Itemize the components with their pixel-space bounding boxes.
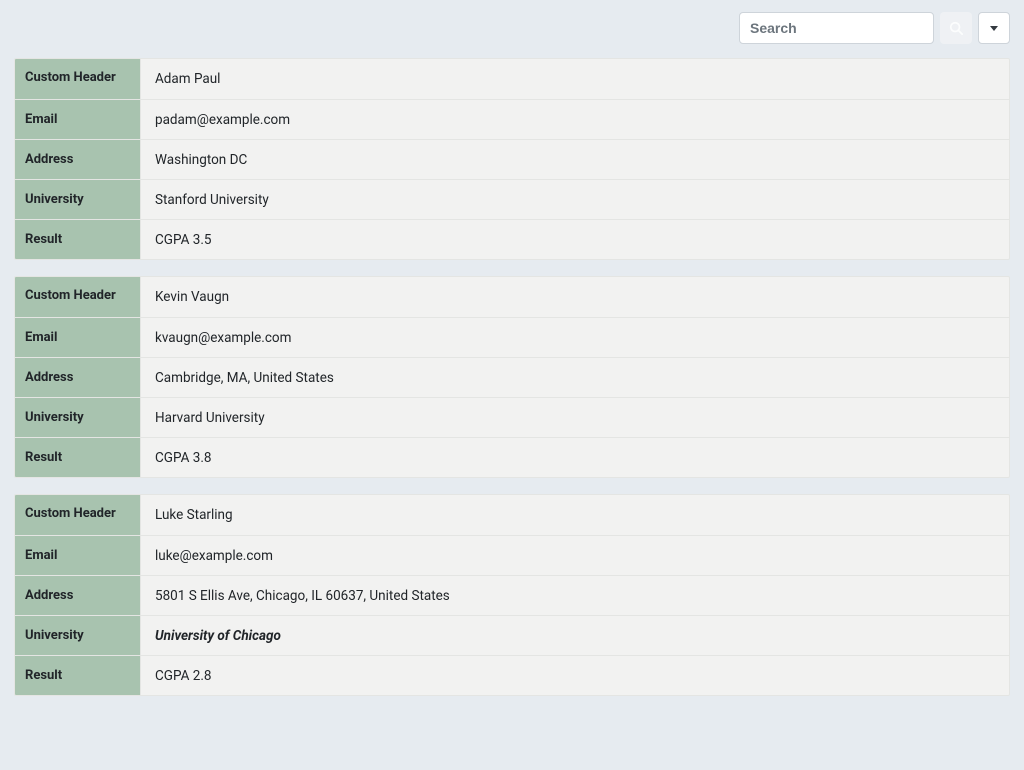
row-value-text: Kevin Vaugn [155,289,229,305]
row-value-email: padam@example.com [141,100,1009,139]
record-row: Custom Header Adam Paul [15,59,1009,99]
record-row: Address Washington DC [15,139,1009,179]
row-header-email: Email [15,318,141,357]
row-header-email: Email [15,100,141,139]
row-header-university: University [15,180,141,219]
record-row: Result CGPA 2.8 [15,655,1009,695]
row-header-university: University [15,616,141,655]
search-input[interactable] [739,12,934,44]
search-icon [949,21,963,35]
row-value-email: kvaugn@example.com [141,318,1009,357]
row-header-university: University [15,398,141,437]
record-row: Email padam@example.com [15,99,1009,139]
row-header-custom-header: Custom Header [15,59,141,99]
row-value-result: CGPA 3.5 [141,220,1009,259]
row-value-university: Harvard University [141,398,1009,437]
caret-down-icon [990,26,998,31]
row-value-custom-header: Luke Starling [141,495,1009,535]
row-value-address: 5801 S Ellis Ave, Chicago, IL 60637, Uni… [141,576,1009,615]
row-value-text: CGPA 3.5 [155,232,211,248]
row-value-text: padam@example.com [155,112,290,128]
record-row: Email luke@example.com [15,535,1009,575]
row-value-text: Stanford University [155,192,269,208]
record-row: University Stanford University [15,179,1009,219]
row-header-result: Result [15,438,141,477]
record-row: Result CGPA 3.8 [15,437,1009,477]
row-header-result: Result [15,656,141,695]
row-header-result: Result [15,220,141,259]
row-value-text: University of Chicago [155,628,281,644]
row-value-text: Washington DC [155,152,247,168]
record-row: Custom Header Kevin Vaugn [15,277,1009,317]
record-row: Custom Header Luke Starling [15,495,1009,535]
record-row: Address 5801 S Ellis Ave, Chicago, IL 606… [15,575,1009,615]
row-header-email: Email [15,536,141,575]
record-row: University University of Chicago [15,615,1009,655]
row-value-result: CGPA 2.8 [141,656,1009,695]
row-value-address: Cambridge, MA, United States [141,358,1009,397]
record-card: Custom Header Adam Paul Email padam@example… [14,58,1010,260]
dropdown-toggle-button[interactable] [978,12,1010,44]
row-header-custom-header: Custom Header [15,495,141,535]
search-button[interactable] [940,12,972,44]
toolbar [0,0,1024,52]
row-value-text: luke@example.com [155,548,273,564]
record-row: Address Cambridge, MA, United States [15,357,1009,397]
row-value-text: Adam Paul [155,71,220,87]
row-header-address: Address [15,140,141,179]
row-value-custom-header: Adam Paul [141,59,1009,99]
row-value-text: Luke Starling [155,507,233,523]
record-card: Custom Header Kevin Vaugn Email kvaugn@exam… [14,276,1010,478]
row-value-text: 5801 S Ellis Ave, Chicago, IL 60637, Uni… [155,588,450,604]
row-value-custom-header: Kevin Vaugn [141,277,1009,317]
record-row: University Harvard University [15,397,1009,437]
row-value-text: Cambridge, MA, United States [155,370,334,386]
row-value-text: Harvard University [155,410,265,426]
record-row: Email kvaugn@example.com [15,317,1009,357]
record-card: Custom Header Luke Starling Email luke@exam… [14,494,1010,696]
row-value-text: CGPA 2.8 [155,668,211,684]
record-row: Result CGPA 3.5 [15,219,1009,259]
row-value-text: kvaugn@example.com [155,330,291,346]
row-header-address: Address [15,576,141,615]
row-value-text: CGPA 3.8 [155,450,211,466]
row-value-result: CGPA 3.8 [141,438,1009,477]
row-value-university: Stanford University [141,180,1009,219]
row-header-address: Address [15,358,141,397]
records-list: Custom Header Adam Paul Email padam@example… [0,52,1024,718]
row-value-address: Washington DC [141,140,1009,179]
row-value-email: luke@example.com [141,536,1009,575]
row-header-custom-header: Custom Header [15,277,141,317]
row-value-university: University of Chicago [141,616,1009,655]
